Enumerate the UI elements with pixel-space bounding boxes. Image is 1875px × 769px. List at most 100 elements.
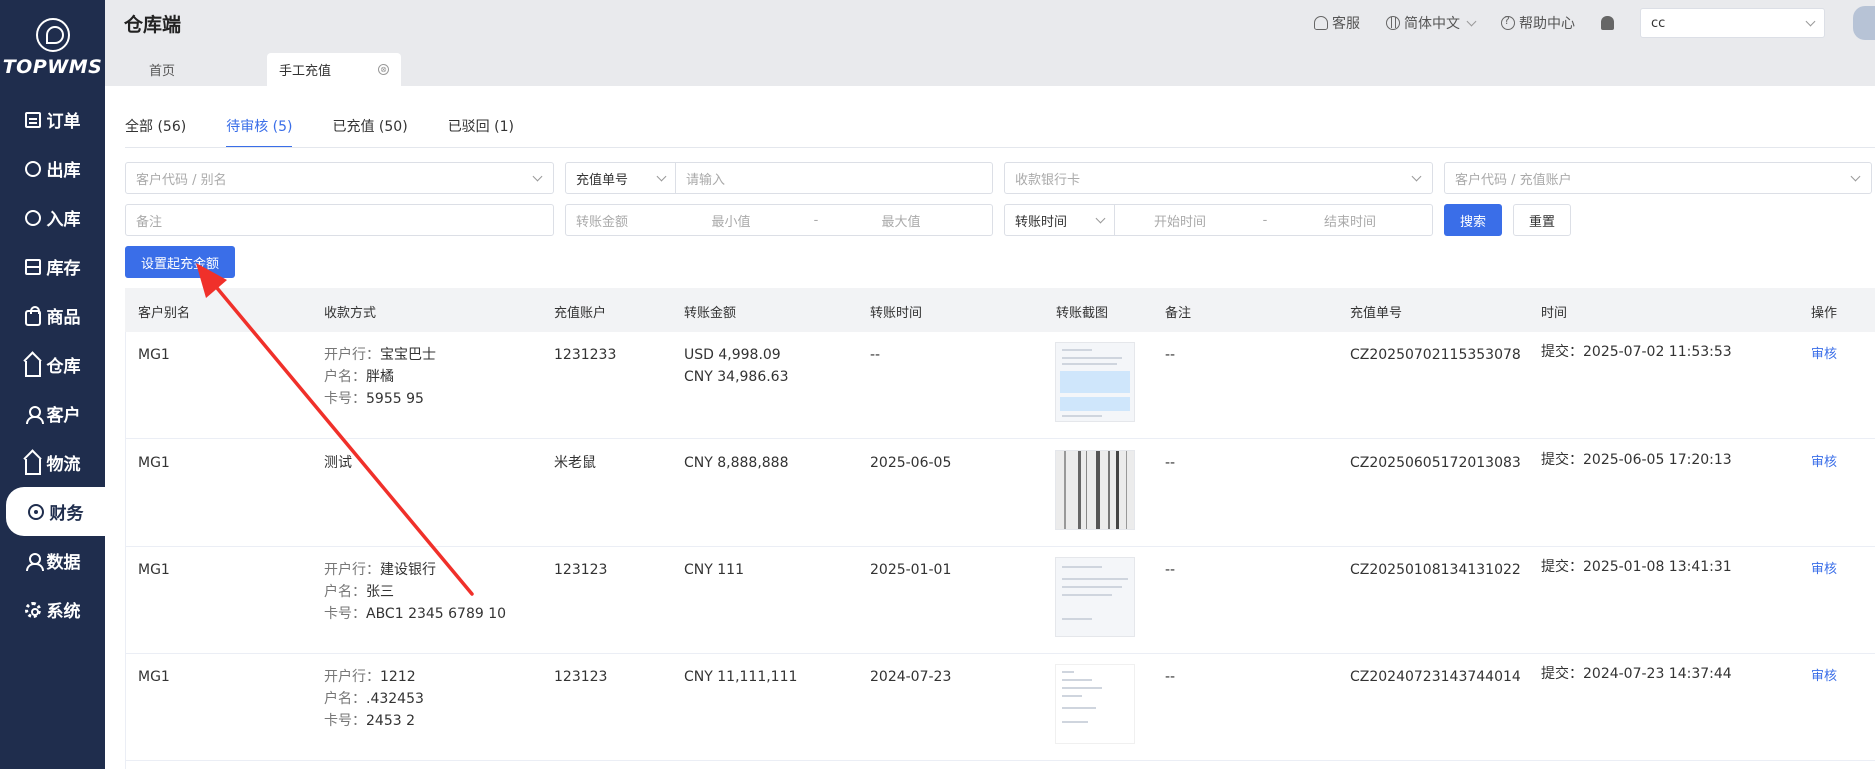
bank-value: 1212 (380, 669, 416, 685)
col-header-order-no: 充值单号 (1350, 306, 1403, 321)
cell-remark: -- (1165, 669, 1176, 685)
sidebar-item-inventory[interactable]: 库存 (0, 242, 105, 291)
sidebar: TOPWMS 订单 出库 入库 库存 商品 仓库 客户 物流 财务 数据 系统 (0, 0, 105, 769)
logo-mark-icon (35, 17, 70, 52)
help-icon (1501, 14, 1515, 30)
end-time-input[interactable]: 结束时间 (1285, 211, 1415, 230)
sidebar-item-data[interactable]: 数据 (0, 536, 105, 585)
sidebar-item-label: 商品 (46, 308, 81, 328)
sidebar-item-finance[interactable]: 财务 (6, 487, 105, 536)
sidebar-item-label: 数据 (46, 553, 81, 573)
time-type-label: 转账时间 (1015, 214, 1068, 230)
sidebar-item-label: 客户 (46, 406, 81, 426)
recharge-no-type-select[interactable]: 充值单号 (566, 163, 676, 193)
search-button[interactable]: 搜索 (1444, 204, 1502, 236)
sidebar-item-inbound[interactable]: 入库 (0, 193, 105, 242)
sidebar-item-logistics[interactable]: 物流 (0, 438, 105, 487)
remark-placeholder: 备注 (136, 214, 163, 230)
cell-transfer-time: 2025-06-05 (870, 455, 952, 471)
customer-select[interactable]: 客户代码 / 别名 (125, 162, 554, 194)
screenshot-thumbnail[interactable] (1055, 342, 1135, 422)
customer-service-link[interactable]: 客服 (1314, 13, 1360, 33)
col-header-remark: 备注 (1165, 306, 1192, 321)
review-link[interactable]: 审核 (1811, 344, 1837, 366)
col-header-screenshot: 转账截图 (1056, 306, 1109, 321)
amount-min-input[interactable]: 最小值 (676, 211, 786, 230)
amount-primary: USD 4,998.09 (684, 347, 781, 363)
warehouse-select[interactable]: cc (1640, 8, 1825, 38)
table-row: MG1 开户行：1212 户名：.432453 卡号：2453 2 123123… (125, 654, 1875, 761)
cell-order-no: CZ20250108134131022 (1350, 562, 1521, 578)
sidebar-item-orders[interactable]: 订单 (0, 95, 105, 144)
screenshot-thumbnail[interactable] (1055, 664, 1135, 744)
amount-max-input[interactable]: 最大值 (846, 211, 956, 230)
recharge-no-input[interactable]: 请输入 (676, 169, 992, 188)
sidebar-item-products[interactable]: 商品 (0, 291, 105, 340)
tab-home-label: 首页 (149, 64, 176, 79)
cell-order-no: CZ20240723143744014 (1350, 669, 1521, 685)
status-tabs: 全部 (56) 待审核 (5) 已充值 (50) 已驳回 (1) (125, 116, 554, 148)
set-min-recharge-button[interactable]: 设置起充金额 (125, 246, 235, 278)
col-header-action: 操作 (1811, 306, 1838, 321)
reset-button[interactable]: 重置 (1513, 204, 1571, 236)
customer-select-placeholder: 客户代码 / 别名 (136, 172, 227, 188)
cell-amount: CNY 111 (684, 562, 744, 578)
cell-alias: MG1 (138, 562, 170, 578)
bank-card-select[interactable]: 收款银行卡 (1004, 162, 1433, 194)
bank-value: 宝宝巴士 (380, 347, 436, 363)
customer-account-select[interactable]: 客户代码 / 充值账户 (1444, 162, 1872, 194)
tab-home[interactable]: 首页 (149, 53, 175, 86)
language-label: 简体中文 (1404, 16, 1460, 32)
help-center-link[interactable]: 帮助中心 (1501, 13, 1575, 33)
top-header: 仓库端 客服 简体中文 帮助中心 cc (105, 0, 1875, 46)
language-switcher[interactable]: 简体中文 (1386, 13, 1477, 33)
cell-method: 开户行：建设银行 户名：张三 卡号：ABC1 2345 6789 10 (324, 559, 506, 625)
outbound-icon (24, 160, 41, 177)
review-link[interactable]: 审核 (1811, 452, 1837, 474)
cell-amount: CNY 11,111,111 (684, 669, 798, 685)
chevron-down-icon (532, 171, 543, 181)
amount-range-filter: 转账金额 最小值 - 最大值 (565, 204, 993, 236)
card-label: 卡号： (324, 391, 366, 407)
cell-method: 开户行：1212 户名：.432453 卡号：2453 2 (324, 666, 424, 732)
tab-recharged[interactable]: 已充值 (50) (332, 116, 407, 148)
sidebar-item-warehouse[interactable]: 仓库 (0, 340, 105, 389)
bell-icon[interactable] (1601, 16, 1614, 30)
screenshot-thumbnail[interactable] (1055, 557, 1135, 637)
sidebar-item-customers[interactable]: 客户 (0, 389, 105, 438)
cell-method: 测试 (324, 455, 352, 471)
screenshot-thumbnail[interactable] (1055, 450, 1135, 530)
logo[interactable]: TOPWMS (0, 0, 105, 95)
review-link[interactable]: 审核 (1811, 666, 1837, 688)
tab-rejected[interactable]: 已驳回 (1) (448, 116, 514, 148)
recharge-no-filter: 充值单号 请输入 (565, 162, 993, 194)
sidebar-item-outbound[interactable]: 出库 (0, 144, 105, 193)
range-separator: - (813, 212, 819, 228)
holder-label: 户名： (324, 369, 366, 385)
customer-user-icon (25, 405, 44, 424)
cell-time: 提交：2025-06-05 17:20:13 (1541, 452, 1732, 468)
start-time-input[interactable]: 开始时间 (1115, 211, 1245, 230)
sidebar-item-label: 订单 (46, 112, 81, 132)
sidebar-item-label: 系统 (46, 602, 81, 622)
cell-transfer-time: -- (870, 347, 881, 363)
close-icon[interactable]: ⊗ (378, 64, 389, 75)
remark-input[interactable]: 备注 (125, 204, 554, 236)
tab-manual-recharge[interactable]: 手工充值 ⊗ (267, 53, 401, 86)
sidebar-item-system[interactable]: 系统 (0, 585, 105, 634)
time-type-select[interactable]: 转账时间 (1005, 205, 1115, 235)
warehouse-house-icon (24, 360, 41, 377)
tab-all[interactable]: 全部 (56) (125, 116, 186, 148)
logo-text: TOPWMS (2, 55, 103, 78)
bank-label: 开户行： (324, 669, 380, 685)
customer-service-label: 客服 (1332, 16, 1360, 32)
bank-label: 开户行： (324, 347, 380, 363)
review-link[interactable]: 审核 (1811, 559, 1837, 581)
cell-amount: CNY 8,888,888 (684, 455, 789, 471)
avatar[interactable] (1853, 6, 1875, 40)
data-user-icon (25, 552, 44, 571)
chevron-down-icon (656, 171, 667, 181)
cell-remark: -- (1165, 562, 1176, 578)
holder-label: 户名： (324, 691, 366, 707)
tab-pending-review[interactable]: 待审核 (5) (226, 116, 293, 148)
